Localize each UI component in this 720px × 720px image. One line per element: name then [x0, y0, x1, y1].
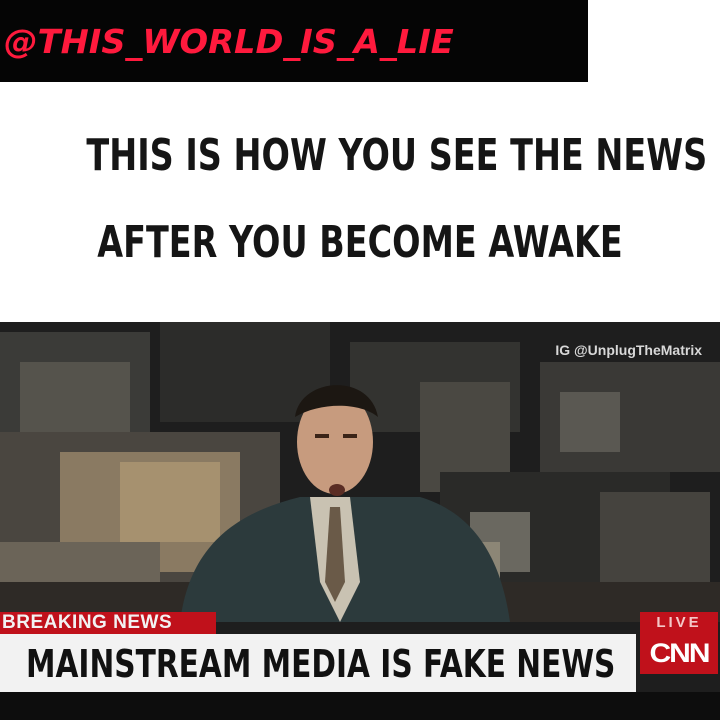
ig-credit: IG @UnplugTheMatrix	[555, 342, 702, 358]
headline-text: MAINSTREAM MEDIA IS FAKE NEWS	[26, 642, 616, 686]
watermark-bar-spacer	[588, 0, 720, 82]
news-video-frame: IG @UnplugTheMatrix BREAKING NEWS MAINST…	[0, 322, 720, 720]
watermark-bar: @THIS_WORLD_IS_A_LIE	[0, 0, 588, 82]
live-badge: LIVE	[640, 612, 718, 634]
meme-canvas: @THIS_WORLD_IS_A_LIE THIS IS HOW YOU SEE…	[0, 0, 720, 720]
caption-line-2: AFTER YOU BECOME AWAKE	[97, 217, 623, 268]
watermark-handle: @THIS_WORLD_IS_A_LIE	[4, 22, 454, 61]
ticker-strip	[0, 692, 720, 720]
network-logo-text: CNN	[649, 638, 711, 669]
network-logo: CNN	[640, 634, 718, 674]
headline-bar: MAINSTREAM MEDIA IS FAKE NEWS	[0, 634, 636, 692]
breaking-news-label: BREAKING NEWS	[0, 612, 216, 634]
caption-line-1: THIS IS HOW YOU SEE THE NEWS	[86, 130, 708, 181]
caption-panel: THIS IS HOW YOU SEE THE NEWS AFTER YOU B…	[0, 82, 720, 322]
